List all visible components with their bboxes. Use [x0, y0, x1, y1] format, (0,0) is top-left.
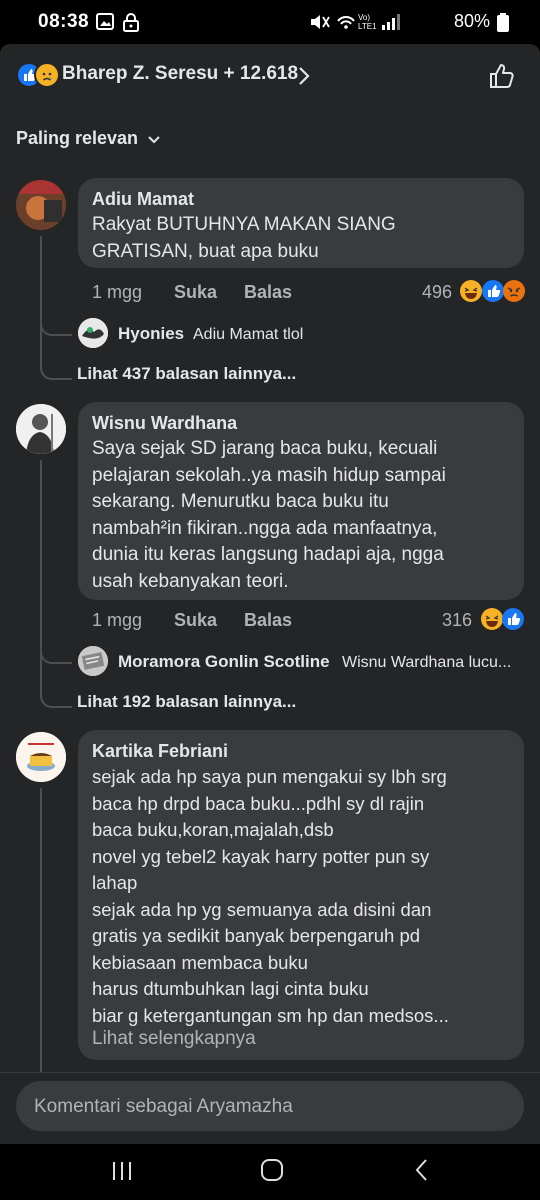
reply-button[interactable]: Balas: [244, 610, 292, 631]
avatar[interactable]: [16, 732, 66, 782]
reaction-count[interactable]: 496: [422, 282, 452, 303]
comments-sheet: Bharep Z. Seresu + 12.618 Paling relevan…: [0, 44, 540, 1200]
reply-author[interactable]: Moramora Gonlin Scotline: [118, 652, 330, 672]
comment-author[interactable]: Adiu Mamat: [92, 189, 194, 210]
reply-button[interactable]: Balas: [244, 282, 292, 303]
comment-composer: [0, 1072, 540, 1145]
status-notification-icons: [96, 12, 144, 37]
sort-dropdown[interactable]: Paling relevan: [16, 128, 138, 149]
comment-time: 1 mgg: [92, 610, 143, 630]
comment-text: Saya sejak SD jarang baca buku, kecuali …: [92, 438, 446, 592]
comment-author[interactable]: Kartika Febriani: [92, 741, 228, 762]
comment-time: 1 mgg: [92, 282, 143, 302]
like-button[interactable]: Suka: [174, 282, 217, 303]
thread-branch: [40, 682, 72, 708]
see-more-link[interactable]: Lihat selengkapnya: [92, 1028, 256, 1050]
comment-author[interactable]: Wisnu Wardhana: [92, 413, 237, 434]
thread-line: [40, 236, 42, 360]
like-reaction-icon: [482, 280, 504, 302]
haha-reaction-icon: [481, 608, 503, 630]
sad-reaction-icon: [34, 62, 60, 88]
comment-text: Rakyat BUTUHNYA MAKAN SIANG GRATISAN, bu…: [92, 214, 396, 262]
comment-input[interactable]: [32, 1081, 506, 1133]
status-time: 08:38: [38, 11, 90, 32]
view-more-replies[interactable]: Lihat 437 balasan lainnya...: [77, 364, 296, 384]
battery-percent: 80%: [453, 11, 490, 31]
like-button[interactable]: Suka: [174, 610, 217, 631]
sheet-header: Bharep Z. Seresu + 12.618: [0, 44, 540, 108]
chevron-right-icon[interactable]: [298, 66, 310, 86]
reply-text: Adiu Mamat tlol: [193, 326, 304, 343]
reply-author[interactable]: Hyonies: [118, 324, 184, 344]
reactors-link[interactable]: Bharep Z. Seresu + 12.618: [62, 63, 298, 85]
comment-input-box[interactable]: [16, 1081, 524, 1133]
back-icon[interactable]: [414, 1158, 430, 1182]
home-icon[interactable]: [260, 1158, 284, 1182]
avatar[interactable]: [78, 318, 108, 348]
system-nav-bar: [0, 1144, 540, 1200]
avatar[interactable]: [16, 180, 66, 230]
comment-text: sejak ada hp saya pun mengakui sy lbh sr…: [92, 766, 449, 1026]
reaction-count[interactable]: 316: [442, 610, 472, 631]
thread-branch: [40, 638, 72, 664]
signal-icons: Vo) LTE1: [311, 13, 400, 31]
svg-text:LTE1: LTE1: [358, 22, 377, 31]
status-bar: 08:38 Vo) LTE1 80%: [0, 0, 540, 44]
like-outline-icon[interactable]: [488, 62, 516, 90]
chevron-down-icon[interactable]: [148, 136, 160, 144]
thread-line: [40, 788, 42, 1072]
svg-text:Vo): Vo): [358, 13, 370, 22]
thread-branch: [40, 354, 72, 380]
thread-branch: [40, 310, 72, 336]
reply-text: Wisnu Wardhana lucu...: [342, 654, 512, 671]
view-more-replies[interactable]: Lihat 192 balasan lainnya...: [77, 692, 296, 712]
recent-apps-icon[interactable]: [110, 1160, 134, 1182]
angry-reaction-icon: [503, 280, 525, 302]
like-reaction-icon: [502, 608, 524, 630]
avatar[interactable]: [16, 404, 66, 454]
haha-reaction-icon: [460, 280, 482, 302]
battery-icon: [497, 13, 509, 32]
avatar[interactable]: [78, 646, 108, 676]
